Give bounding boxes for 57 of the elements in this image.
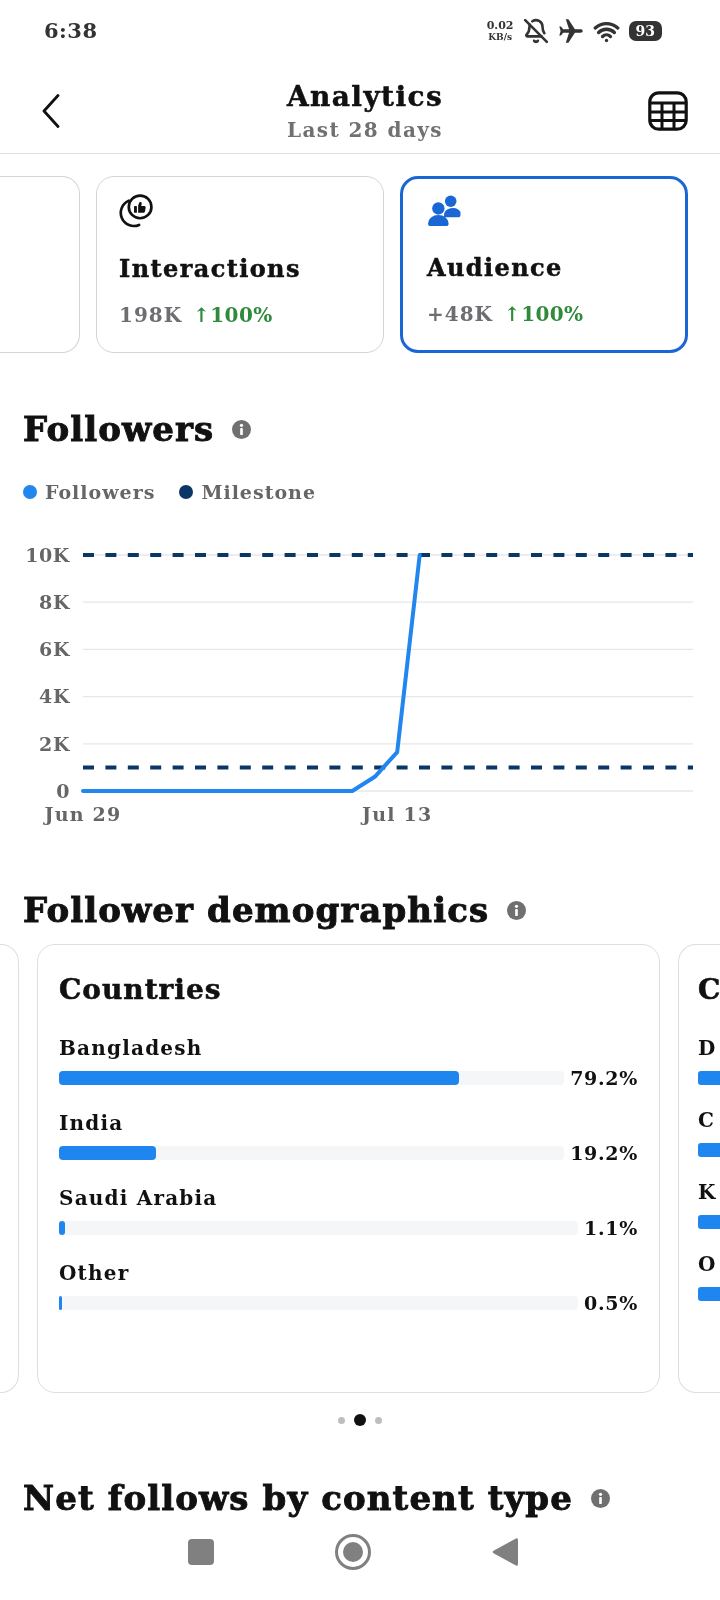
page-title: Analytics	[286, 79, 444, 113]
section-title: Net follows by content type	[23, 1478, 573, 1518]
legend-label: Milestone	[201, 480, 316, 504]
metric-title: Interactions	[119, 254, 301, 283]
bar-stub	[698, 1071, 720, 1085]
row-label: K	[698, 1180, 717, 1204]
legend-label: Followers	[45, 480, 156, 504]
percentage: 0.5%	[584, 1293, 638, 1313]
percentage: 19.2%	[570, 1143, 638, 1163]
thumbs-up-icon	[119, 193, 154, 228]
country-name: India	[59, 1111, 124, 1135]
metric-value: 198K	[119, 303, 183, 327]
country-name: Saudi Arabia	[59, 1186, 218, 1210]
status-time: 6:38	[44, 19, 98, 43]
info-icon[interactable]	[507, 900, 527, 920]
back-triangle-icon[interactable]	[492, 1537, 518, 1567]
row-label: O	[698, 1252, 717, 1276]
axis-label: Jun 29	[44, 802, 122, 825]
network-speed: 0.02	[486, 20, 514, 32]
country-name: Other	[59, 1261, 130, 1285]
home-icon[interactable]	[335, 1534, 371, 1570]
metric-change: ↑100%	[504, 302, 584, 326]
metric-value: +48K	[427, 302, 493, 326]
table-icon[interactable]	[648, 90, 688, 131]
axis-label: 8K	[39, 591, 70, 614]
metric-change: ↑100%	[193, 303, 273, 327]
info-icon[interactable]	[232, 419, 252, 439]
metric-card[interactable]: Audience +48K ↑100%	[400, 176, 688, 353]
country-name: Bangladesh	[59, 1036, 203, 1060]
axis-label: 6K	[39, 638, 70, 661]
axis-label: Jul 13	[362, 802, 433, 825]
row-label: C	[698, 1108, 716, 1132]
bar-stub	[698, 1287, 720, 1301]
metric-title: Audience	[427, 253, 563, 282]
card-title: C	[698, 973, 720, 1007]
page-subtitle: Last 28 days	[287, 117, 443, 142]
section-title: Followers	[23, 409, 215, 449]
next-card[interactable]: C D C K O	[678, 944, 720, 1393]
metric-card[interactable]: Interactions 198K ↑100%	[96, 176, 384, 353]
airplane-icon	[557, 18, 584, 44]
axis-label: 2K	[39, 732, 70, 755]
row-label: D	[698, 1036, 717, 1060]
bar-stub	[698, 1215, 720, 1229]
battery-indicator: 93	[628, 21, 662, 41]
back-icon[interactable]	[42, 93, 60, 128]
axis-label: 4K	[39, 685, 70, 708]
percentage: 1.1%	[584, 1218, 638, 1238]
people-icon	[427, 193, 461, 227]
muted-bell-icon	[522, 18, 549, 44]
network-unit: KB/s	[488, 32, 512, 42]
card-title: Countries	[59, 973, 223, 1007]
axis-label: 0	[56, 779, 70, 802]
percentage: 79.2%	[570, 1068, 638, 1088]
axis-label: 10K	[25, 543, 70, 566]
section-title: Follower demographics	[23, 890, 490, 930]
info-icon[interactable]	[590, 1488, 610, 1508]
bar-stub	[698, 1143, 720, 1157]
